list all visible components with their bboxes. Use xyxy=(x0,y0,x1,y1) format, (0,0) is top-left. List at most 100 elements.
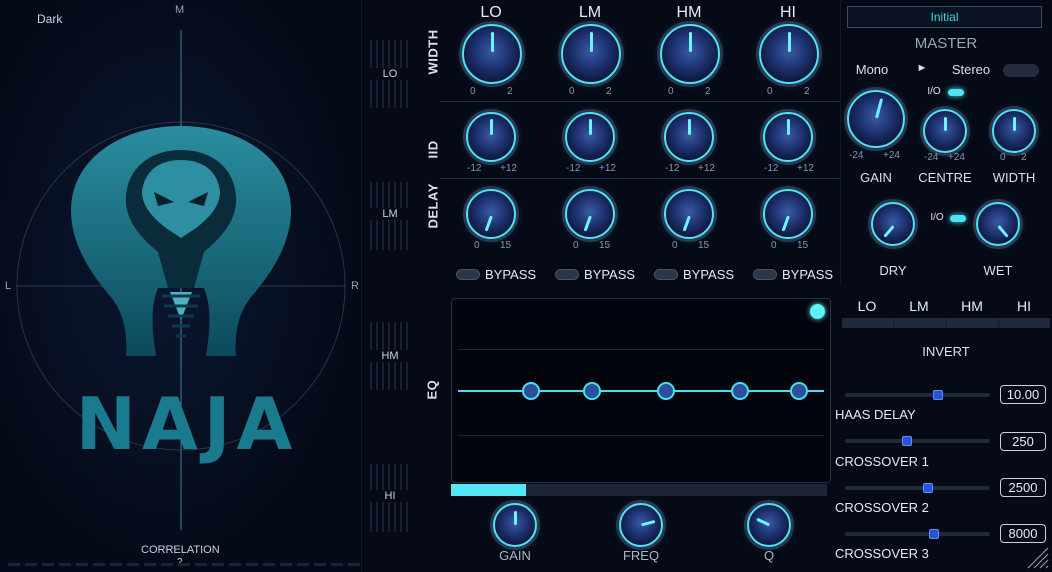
delay-lo-max: 15 xyxy=(500,240,512,251)
width-hi-max: 2 xyxy=(804,86,810,97)
crossover-2-value[interactable]: 2500 xyxy=(1000,478,1046,497)
dry-label: DRY xyxy=(879,263,907,278)
crossover-1-value[interactable]: 250 xyxy=(1000,432,1046,451)
invert-band-lm[interactable]: LM xyxy=(893,298,945,314)
centre-max: +24 xyxy=(948,152,965,163)
slider-thumb[interactable] xyxy=(902,436,912,446)
iid-knob-hi[interactable] xyxy=(763,112,813,162)
delay-knob-lm[interactable] xyxy=(565,189,615,239)
haas-delay-slider[interactable] xyxy=(845,390,990,400)
invert-band-hi[interactable]: HI xyxy=(998,298,1050,314)
delay-lm-min: 0 xyxy=(573,240,579,251)
haas-delay-value[interactable]: 10.00 xyxy=(1000,385,1046,404)
bypass-toggle-lo[interactable]: BYPASS xyxy=(456,267,536,282)
crossover-1-slider[interactable] xyxy=(845,436,990,446)
eq-freq-label: FREQ xyxy=(622,548,660,563)
bypass-label: BYPASS xyxy=(485,267,537,282)
eq-gain-knob[interactable] xyxy=(493,503,537,547)
delay-knob-hm[interactable] xyxy=(664,189,714,239)
eq-band-node[interactable] xyxy=(522,382,540,400)
row-divider xyxy=(440,101,840,102)
iid-lm-max: +12 xyxy=(599,163,616,174)
row-divider xyxy=(440,178,840,179)
dry-knob[interactable] xyxy=(871,202,915,246)
crossover-3-value[interactable]: 8000 xyxy=(1000,524,1046,543)
bypass-switch[interactable] xyxy=(753,269,777,280)
correlation-meter xyxy=(8,563,360,566)
haas-delay-label: HAAS DELAY xyxy=(835,407,916,422)
eq-band-node[interactable] xyxy=(790,382,808,400)
band-meter-hi: HI xyxy=(370,464,410,532)
width-knob-hm[interactable] xyxy=(660,24,720,84)
invert-label: INVERT xyxy=(922,344,970,359)
bypass-toggle-lm[interactable]: BYPASS xyxy=(555,267,635,282)
resize-grip-icon[interactable] xyxy=(1024,544,1050,570)
drywet-io-label: I/O xyxy=(930,212,944,223)
eq-curve xyxy=(458,390,824,392)
slider-thumb[interactable] xyxy=(929,529,939,539)
iid-hm-max: +12 xyxy=(698,163,715,174)
crossover-3-slider[interactable] xyxy=(845,529,990,539)
eq-freq-knob[interactable] xyxy=(619,503,663,547)
eq-band-node[interactable] xyxy=(731,382,749,400)
master-centre-knob[interactable] xyxy=(923,109,967,153)
band-meters: LO LM HM HI xyxy=(362,0,417,572)
bypass-switch[interactable] xyxy=(555,269,579,280)
brand-wordmark: NAJA xyxy=(75,382,299,466)
width-knob-hi[interactable] xyxy=(759,24,819,84)
mono-stereo-toggle[interactable] xyxy=(1003,64,1039,77)
correlation-label: CORRELATION xyxy=(141,544,220,556)
mono-stereo-arrow-icon: ► xyxy=(916,62,928,74)
bypass-switch[interactable] xyxy=(654,269,678,280)
eq-band-node[interactable] xyxy=(583,382,601,400)
iid-knob-hm[interactable] xyxy=(664,112,714,162)
mono-label: Mono xyxy=(855,62,889,77)
eq-q-label: Q xyxy=(763,548,775,563)
crossover-2-slider[interactable] xyxy=(845,483,990,493)
delay-hm-max: 15 xyxy=(698,240,710,251)
wet-knob[interactable] xyxy=(976,202,1020,246)
width-knob-lo[interactable] xyxy=(462,24,522,84)
iid-knob-lm[interactable] xyxy=(565,112,615,162)
iid-hi-max: +12 xyxy=(797,163,814,174)
invert-band-lo[interactable]: LO xyxy=(841,298,893,314)
master-title: MASTER xyxy=(914,35,978,52)
crossover-3-label: CROSSOVER 3 xyxy=(835,546,929,561)
master-centre-label: CENTRE xyxy=(918,170,972,185)
width-hi-min: 0 xyxy=(767,86,773,97)
invert-band-hm[interactable]: HM xyxy=(946,298,998,314)
width-lo-min: 0 xyxy=(470,86,476,97)
bypass-switch[interactable] xyxy=(456,269,480,280)
master-io-toggle[interactable] xyxy=(948,89,964,96)
eq-band-selector[interactable] xyxy=(451,484,827,496)
bypass-toggle-hm[interactable]: BYPASS xyxy=(654,267,734,282)
master-gain-knob[interactable] xyxy=(847,90,905,148)
eq-display[interactable] xyxy=(451,298,831,483)
row-label-iid: IID xyxy=(425,140,441,159)
bypass-toggle-hi[interactable]: BYPASS xyxy=(753,267,833,282)
preset-selector[interactable]: Initial xyxy=(847,6,1042,28)
invert-band-strip[interactable] xyxy=(842,318,1050,328)
iid-lo-max: +12 xyxy=(500,163,517,174)
slider-thumb[interactable] xyxy=(923,483,933,493)
width-hm-min: 0 xyxy=(668,86,674,97)
eq-enable-led[interactable] xyxy=(810,304,825,319)
width-hm-max: 2 xyxy=(705,86,711,97)
iid-knob-lo[interactable] xyxy=(466,112,516,162)
eq-band-node[interactable] xyxy=(657,382,675,400)
master-width-knob[interactable] xyxy=(992,109,1036,153)
row-label-width: WIDTH xyxy=(425,29,441,75)
delay-knob-lo[interactable] xyxy=(466,189,516,239)
master-gain-label: GAIN xyxy=(860,170,892,185)
eq-q-knob[interactable] xyxy=(747,503,791,547)
slider-thumb[interactable] xyxy=(933,390,943,400)
delay-knob-hi[interactable] xyxy=(763,189,813,239)
width-knob-lm[interactable] xyxy=(561,24,621,84)
band-meter-hm: HM xyxy=(370,322,410,390)
centre-min: -24 xyxy=(924,152,939,163)
eq-band-selector-fill xyxy=(451,484,526,496)
vectorscope-panel: Dark M L R NAJA CORRELATION ? xyxy=(0,0,362,572)
iid-hi-min: -12 xyxy=(764,163,779,174)
drywet-io-toggle[interactable] xyxy=(950,215,966,222)
master-io-label: I/O xyxy=(927,86,941,97)
